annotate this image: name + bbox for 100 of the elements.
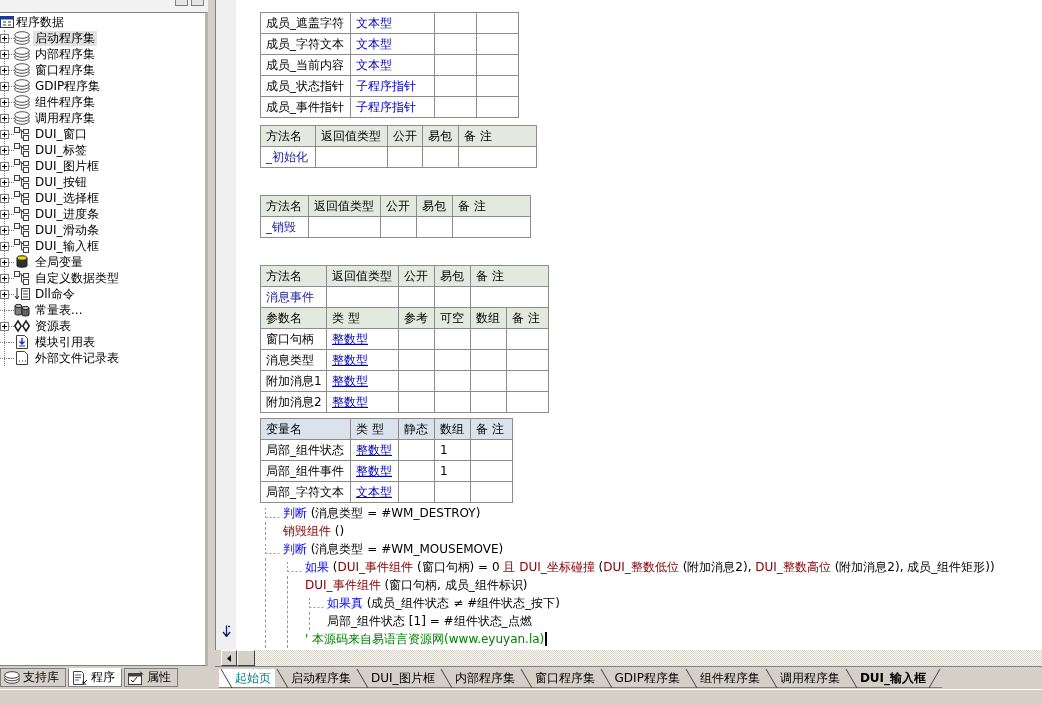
tree-item[interactable]: 常量表... (33, 302, 85, 318)
expand-icon[interactable] (0, 97, 9, 107)
expand-icon[interactable] (0, 225, 9, 235)
table-cell: 消息类型 (260, 349, 327, 371)
editor-tab[interactable]: DUI_图片框 (355, 669, 439, 688)
table-cell: 成员_状态指针 (260, 75, 351, 97)
expand-icon[interactable] (0, 129, 9, 139)
table-cell: 附加消息2 (260, 391, 327, 413)
column-header: 备 注 (452, 195, 531, 217)
table-cell: 局部_组件状态 (260, 439, 351, 461)
hierarchy-icon (14, 175, 30, 189)
hierarchy-icon (14, 223, 30, 237)
expand-icon[interactable] (0, 33, 9, 43)
editor-tab[interactable]: 组件程序集 (683, 669, 764, 688)
table-cell: _初始化 (260, 146, 316, 168)
hierarchy-icon (14, 159, 30, 173)
expand-icon[interactable] (0, 321, 9, 331)
diamond-icon (14, 319, 30, 333)
expand-icon[interactable] (0, 193, 9, 203)
hierarchy-icon (14, 271, 30, 285)
window-icon (128, 670, 144, 685)
tree-item[interactable]: DUI_输入框 (33, 238, 101, 254)
tree-item[interactable]: 调用程序集 (33, 110, 97, 126)
scroll-left-button[interactable] (221, 650, 237, 666)
column-header: 方法名 (260, 265, 327, 287)
cylinder-icon (14, 255, 30, 269)
panel-button[interactable] (191, 0, 204, 6)
expand-icon[interactable] (0, 81, 9, 91)
column-header: 变量名 (260, 418, 351, 440)
column-header: 备 注 (470, 418, 513, 440)
tree-item[interactable]: GDIP程序集 (33, 78, 103, 94)
column-header: 返回值类型 (315, 125, 388, 147)
table-cell: 消息事件 (260, 286, 327, 308)
table-cell: 窗口句柄 (260, 328, 327, 350)
scrollbar-thumb[interactable] (237, 650, 255, 666)
tree-item[interactable]: DUI_标签 (33, 142, 89, 158)
tree-item[interactable]: 全局变量 (33, 254, 85, 270)
expand-icon[interactable] (0, 209, 9, 219)
tree-item[interactable]: 启动程序集 (33, 30, 97, 46)
editor-tab[interactable]: 起始页 (219, 669, 275, 688)
tree-item[interactable]: 资源表 (33, 318, 73, 334)
panel-tab[interactable]: 支持库 (0, 668, 66, 687)
column-header: 方法名 (260, 195, 309, 217)
panel-tab[interactable]: 程序 (68, 668, 122, 687)
column-header: 类 型 (350, 418, 399, 440)
table-cell: _销毁 (260, 216, 309, 238)
editor-tab[interactable]: DUI_输入框 (843, 669, 943, 688)
hierarchy-icon (14, 239, 30, 253)
list-icon (14, 287, 30, 301)
table-cell: 局部_组件事件 (260, 460, 351, 482)
expand-icon[interactable] (0, 177, 9, 187)
stack-icon (14, 63, 30, 77)
editor-tab[interactable]: 窗口程序集 (518, 669, 599, 688)
stack-icon (14, 95, 30, 109)
tree-item[interactable]: DUI_进度条 (33, 206, 101, 222)
tree-item[interactable]: 模块引用表 (33, 334, 97, 350)
tree-item[interactable]: DUI_选择框 (33, 190, 101, 206)
expand-icon[interactable] (0, 273, 9, 283)
tree-item[interactable]: 外部文件记录表 (33, 350, 121, 366)
editor-tab[interactable]: 内部程序集 (438, 669, 519, 688)
tree-item[interactable]: 程序数据 (14, 14, 66, 30)
panel-tab[interactable]: 属性 (124, 668, 178, 687)
code-line: DUI_事件组件 (窗口句柄, 成员_组件标识) (305, 577, 528, 593)
stack-icon (14, 79, 30, 93)
column-header: 返回值类型 (308, 195, 381, 217)
expand-icon[interactable] (0, 65, 9, 75)
arrow-down-icon (221, 625, 231, 637)
editor-tab[interactable]: GDIP程序集 (598, 669, 684, 688)
tree-item[interactable]: DUI_图片框 (33, 158, 101, 174)
expand-icon[interactable] (0, 161, 9, 171)
tree-item[interactable]: DUI_滑动条 (33, 222, 101, 238)
expand-icon[interactable] (0, 241, 9, 251)
expand-icon[interactable] (0, 257, 9, 267)
column-header: 返回值类型 (326, 265, 399, 287)
expand-icon[interactable] (0, 113, 9, 123)
column-header: 方法名 (260, 125, 316, 147)
panel-button[interactable] (175, 0, 188, 6)
table-cell: 文本型 (350, 12, 435, 34)
table-cell: 附加消息1 (260, 370, 327, 392)
code-line: 如果真 (成员_组件状态 ≠ #组件状态_按下) (327, 595, 560, 611)
table-cell: 成员_当前内容 (260, 54, 351, 76)
editor-tab[interactable]: 启动程序集 (275, 669, 355, 688)
code-line: 如果 (DUI_事件组件 (窗口句柄) = 0 且 DUI_坐标碰撞 (DUI_整数低位 (附加消息2), DUI_整数高位 (附加消息2), 成员_组件矩形)) (305, 559, 995, 575)
document-icon (14, 335, 30, 349)
tree-item[interactable]: DUI_窗口 (33, 126, 89, 142)
tree-item[interactable]: 内部程序集 (33, 46, 97, 62)
hierarchy-icon (14, 207, 30, 221)
tree-item[interactable]: Dll命令 (33, 286, 77, 302)
tree-item[interactable]: 组件程序集 (33, 94, 97, 110)
hierarchy-icon (14, 143, 30, 157)
tree-item[interactable]: 自定义数据类型 (33, 270, 121, 286)
expand-icon[interactable] (0, 49, 9, 59)
expand-icon[interactable] (0, 289, 9, 299)
tree-item[interactable]: 窗口程序集 (33, 62, 97, 78)
document-icon (14, 351, 30, 365)
tree-item[interactable]: DUI_按钮 (33, 174, 89, 190)
document-icon (72, 670, 88, 685)
expand-icon[interactable] (0, 145, 9, 155)
column-header: 公开 (387, 125, 423, 147)
editor-tab[interactable]: 调用程序集 (763, 669, 844, 688)
